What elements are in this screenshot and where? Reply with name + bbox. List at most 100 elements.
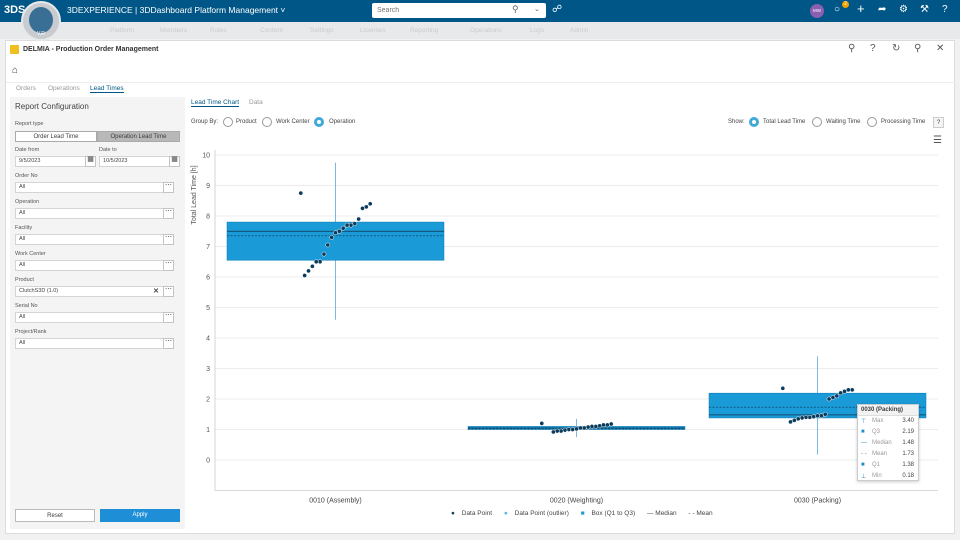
apply-button[interactable]: Apply	[100, 509, 180, 522]
tab-data[interactable]: Data	[249, 99, 263, 106]
facility-label: Facility	[15, 225, 33, 231]
product-field[interactable]: ClutchS3D (1.0) ✕ ⋯	[15, 286, 174, 297]
data-point	[838, 390, 843, 396]
y-tick-label: 10	[202, 153, 210, 160]
calendar-icon[interactable]: ▦	[85, 156, 96, 167]
group-by-operation-label: Operation	[329, 119, 356, 125]
top-bar: 3DS 3DEXPERIENCE | 3DDashboard Platform …	[0, 0, 960, 22]
tab-operations[interactable]: Operations	[48, 85, 80, 92]
y-tick-label: 4	[206, 336, 210, 343]
tag-icon[interactable]: ☍	[552, 4, 562, 15]
report-type-label: Report type	[15, 121, 44, 127]
box-icon: ■	[861, 462, 865, 468]
show-label: Show:	[728, 119, 745, 125]
y-tick-label: 0	[206, 458, 210, 465]
home-icon[interactable]: ⌂	[12, 65, 18, 76]
legend-item-data-point[interactable]: ● Data Point	[451, 510, 497, 517]
data-point	[321, 251, 327, 257]
help-icon[interactable]: ?	[870, 43, 876, 54]
refresh-icon[interactable]: ↻	[892, 43, 900, 54]
data-point	[792, 418, 797, 423]
share-icon[interactable]: ➦	[878, 4, 886, 15]
data-point	[333, 230, 338, 236]
date-from-label: Date from	[15, 147, 40, 153]
more-icon[interactable]: ⋯	[163, 338, 174, 349]
data-point	[363, 204, 369, 210]
data-point	[574, 426, 579, 432]
show-processing-time-radio[interactable]	[867, 117, 877, 127]
data-point	[795, 416, 801, 422]
group-by-work-center-label: Work Center	[276, 119, 310, 125]
search-dropdown-icon[interactable]: ⌄	[534, 5, 540, 13]
dashboard-tabs-ghost: Platform Members Roles Content Settings Licen…	[0, 22, 960, 39]
data-point	[562, 427, 568, 433]
search-input[interactable]	[372, 3, 507, 18]
order-no-field[interactable]: All ⋯	[15, 182, 174, 193]
data-point	[566, 427, 572, 432]
data-point	[360, 206, 365, 211]
data-point	[849, 387, 855, 393]
min-icon: ⊥	[861, 474, 867, 480]
order-no-label: Order No	[15, 173, 38, 179]
add-icon[interactable]: +	[857, 1, 865, 16]
operation-lead-time-button[interactable]: Operation Lead Time	[97, 131, 180, 142]
y-tick-label: 7	[206, 244, 210, 251]
tab-lead-times[interactable]: Lead Times	[90, 85, 124, 93]
notifications-icon[interactable]: ○	[834, 4, 840, 15]
dashboard-selector[interactable]: Platform Management ˅	[194, 5, 285, 15]
serial-no-field[interactable]: All ⋯	[15, 312, 174, 323]
search-icon[interactable]: ⚲	[848, 43, 855, 54]
group-by-work-center-radio[interactable]	[262, 117, 272, 127]
facility-field[interactable]: All ⋯	[15, 234, 174, 245]
help-icon[interactable]: ?	[942, 4, 948, 15]
compass-icon[interactable]: V,R	[21, 1, 61, 41]
info-icon[interactable]: ?	[933, 117, 944, 128]
close-icon[interactable]: ✕	[936, 43, 944, 54]
y-tick-label: 2	[206, 397, 210, 404]
legend-item-outlier[interactable]: ● Data Point (outlier)	[504, 510, 574, 517]
tab-orders[interactable]: Orders	[16, 85, 36, 92]
data-point	[780, 385, 786, 391]
group-by-product-radio[interactable]	[223, 117, 233, 127]
more-icon[interactable]: ⋯	[163, 208, 174, 219]
network-icon[interactable]: ⚙	[899, 4, 908, 15]
more-icon[interactable]: ⋯	[163, 182, 174, 193]
tools-icon[interactable]: ⚒	[920, 4, 929, 15]
work-center-field[interactable]: All ⋯	[15, 260, 174, 271]
date-to-field[interactable]: 10/5/2023 ▦	[99, 156, 180, 167]
data-point	[302, 273, 308, 278]
clear-icon[interactable]: ✕	[153, 287, 159, 296]
more-icon[interactable]: ⋯	[163, 286, 174, 297]
group-by-operation-radio[interactable]	[314, 117, 324, 127]
tab-lead-time-chart[interactable]: Lead Time Chart	[191, 99, 240, 107]
order-lead-time-button[interactable]: Order Lead Time	[15, 131, 97, 142]
show-total-lead-time-radio[interactable]	[749, 117, 759, 127]
project-rank-label: Project/Rank	[15, 329, 47, 335]
search-box[interactable]: ⚲ ⌄	[372, 3, 546, 18]
more-icon[interactable]: ⋯	[163, 260, 174, 271]
more-icon[interactable]: ⋯	[163, 234, 174, 245]
packing-tooltip: 0030 (Packing) ⊤ Max 3.40 ■ Q3 2.19 — Median 1…	[857, 404, 919, 481]
compass-play-icon[interactable]	[29, 7, 53, 33]
data-point	[306, 268, 311, 274]
calendar-icon[interactable]: ▦	[169, 156, 180, 167]
project-rank-field[interactable]: All ⋯	[15, 338, 174, 349]
data-point	[325, 242, 331, 248]
compass-label: V,R	[37, 31, 45, 37]
data-point	[340, 225, 346, 231]
search-icon[interactable]: ⚲	[512, 4, 519, 15]
data-point	[348, 222, 354, 228]
y-tick-label: 3	[206, 366, 210, 373]
more-icon[interactable]: ⋯	[163, 312, 174, 323]
date-from-field[interactable]: 9/5/2023 ▦	[15, 156, 96, 167]
avatar[interactable]: MW	[810, 4, 824, 18]
legend-item-box[interactable]: ■ Box (Q1 to Q3)	[581, 510, 640, 517]
data-point	[819, 413, 824, 419]
data-point	[845, 387, 851, 393]
legend-item-mean[interactable]: - - Mean	[688, 510, 717, 517]
legend-item-median[interactable]: — Median	[647, 510, 682, 517]
operation-field[interactable]: All ⋯	[15, 208, 174, 219]
pin-icon[interactable]: ⚲	[914, 43, 921, 54]
reset-button[interactable]: Reset	[15, 509, 95, 522]
show-waiting-time-radio[interactable]	[812, 117, 822, 127]
